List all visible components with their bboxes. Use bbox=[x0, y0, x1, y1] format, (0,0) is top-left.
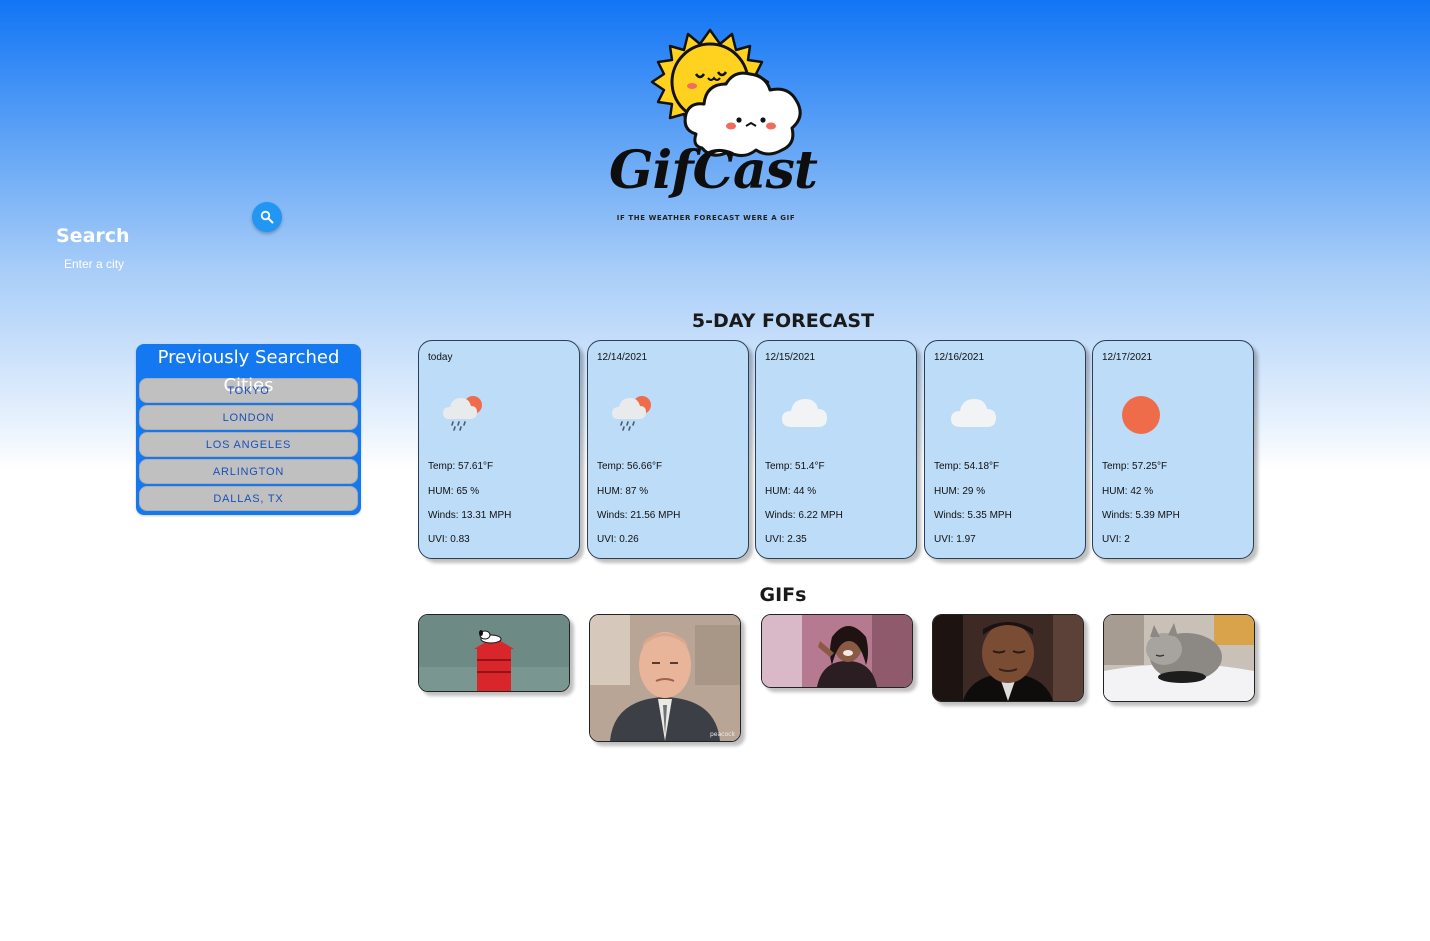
forecast-card: 12/16/2021 Temp: 54.18°F HUM: 29 % Winds… bbox=[924, 340, 1086, 559]
forecast-uvi: UVI: 1.97 bbox=[934, 534, 976, 545]
forecast-date: 12/16/2021 bbox=[934, 352, 985, 363]
snoopy-doghouse-gif[interactable] bbox=[418, 614, 570, 692]
city-button-london[interactable]: LONDON bbox=[139, 405, 358, 430]
cloud-icon bbox=[947, 389, 999, 435]
cloud-icon bbox=[778, 389, 830, 435]
forecast-temp: Temp: 57.25°F bbox=[1102, 461, 1168, 472]
forecast-wind: Winds: 21.56 MPH bbox=[597, 510, 681, 521]
history-title: Previously Searched Cities bbox=[157, 347, 340, 396]
city-button-arlington[interactable]: ARLINGTON bbox=[139, 459, 358, 484]
forecast-card: 12/15/2021 Temp: 51.4°F HUM: 44 % Winds:… bbox=[755, 340, 917, 559]
forecast-uvi: UVI: 0.83 bbox=[428, 534, 470, 545]
forecast-temp: Temp: 57.61°F bbox=[428, 461, 494, 472]
forecast-wind: Winds: 5.39 MPH bbox=[1102, 510, 1180, 521]
gifs-title: GIFs bbox=[759, 584, 807, 606]
sun-icon bbox=[1115, 389, 1167, 435]
rain-sun-icon bbox=[610, 389, 662, 435]
search-icon bbox=[260, 210, 274, 224]
forecast-card: today Temp: 57.61°F HUM: 65 % Winds: 13.… bbox=[418, 340, 580, 559]
forecast-uvi: UVI: 2.35 bbox=[765, 534, 807, 545]
city-search-input[interactable] bbox=[56, 253, 252, 275]
forecast-temp: Temp: 56.66°F bbox=[597, 461, 663, 472]
forecast-card: 12/14/2021 Temp: 56.66°F HUM: 87 % Winds… bbox=[587, 340, 749, 559]
forecast-card: 12/17/2021 Temp: 57.25°F HUM: 42 % Winds… bbox=[1092, 340, 1254, 559]
forecast-humidity: HUM: 29 % bbox=[934, 486, 986, 497]
forecast-date: 12/15/2021 bbox=[765, 352, 816, 363]
forecast-uvi: UVI: 0.26 bbox=[597, 534, 639, 545]
forecast-wind: Winds: 6.22 MPH bbox=[765, 510, 843, 521]
forecast-humidity: HUM: 65 % bbox=[428, 486, 480, 497]
search-history-panel: Previously Searched Cities TOKYO LONDON … bbox=[136, 344, 361, 515]
man-eyes-closed-gif[interactable] bbox=[932, 614, 1084, 702]
logo-title: GifCast bbox=[609, 140, 818, 201]
city-button-dallas[interactable]: DALLAS, TX bbox=[139, 486, 358, 511]
forecast-wind: Winds: 5.35 MPH bbox=[934, 510, 1012, 521]
search-button[interactable] bbox=[252, 202, 282, 232]
logo-tagline: IF THE WEATHER FORECAST WERE A GIF bbox=[616, 214, 796, 222]
svg-text:peacock: peacock bbox=[710, 731, 735, 738]
cat-brush-gif[interactable] bbox=[1103, 614, 1255, 702]
forecast-temp: Temp: 54.18°F bbox=[934, 461, 1000, 472]
forecast-humidity: HUM: 42 % bbox=[1102, 486, 1154, 497]
forecast-uvi: UVI: 2 bbox=[1102, 534, 1130, 545]
forecast-humidity: HUM: 87 % bbox=[597, 486, 649, 497]
rain-sun-icon bbox=[441, 389, 493, 435]
woman-laughing-gif[interactable] bbox=[761, 614, 913, 688]
forecast-temp: Temp: 51.4°F bbox=[765, 461, 825, 472]
office-man-gif[interactable]: peacock bbox=[589, 614, 741, 742]
forecast-date: 12/17/2021 bbox=[1102, 352, 1153, 363]
city-button-los-angeles[interactable]: LOS ANGELES bbox=[139, 432, 358, 457]
forecast-date: 12/14/2021 bbox=[597, 352, 648, 363]
forecast-date: today bbox=[428, 352, 453, 363]
search-title: Search bbox=[56, 225, 130, 247]
forecast-title: 5-DAY FORECAST bbox=[691, 310, 875, 332]
gifcast-logo: GifCast IF THE WEATHER FORECAST WERE A G… bbox=[600, 28, 824, 228]
forecast-wind: Winds: 13.31 MPH bbox=[428, 510, 512, 521]
forecast-humidity: HUM: 44 % bbox=[765, 486, 817, 497]
